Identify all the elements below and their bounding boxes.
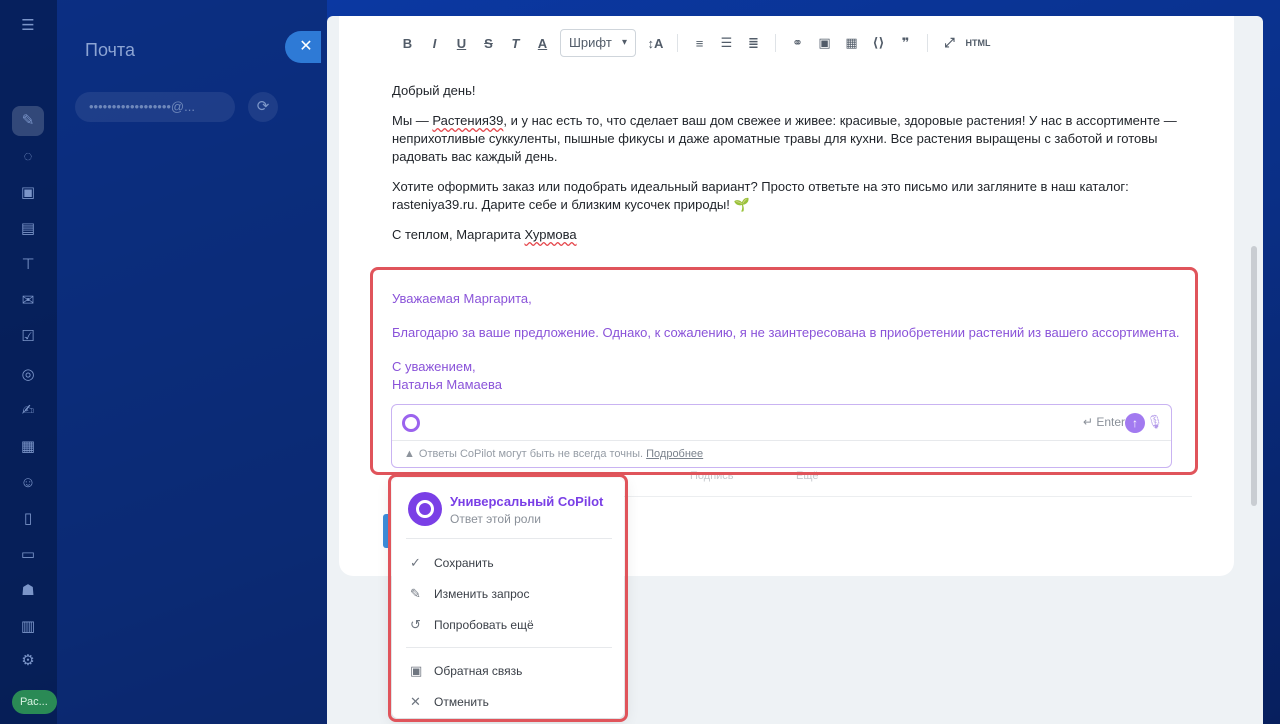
highlight-frame-menu [388, 474, 628, 722]
contact-card-icon[interactable]: ▦ [18, 437, 38, 457]
code-icon[interactable]: ⟨⟩ [865, 35, 892, 51]
signoff-prefix: С теплом, Маргарита [392, 227, 525, 242]
chat-icon[interactable]: ◌ [18, 147, 38, 167]
mail-title: Почта [85, 40, 135, 60]
left-rail: ☰ ✎ ◌ ▣ ▤ ⊤ ✉ ☑ ◎ ✍ ▦ ☺ ▯ ▭ ☗ ▥ ⚙ Рас... [0, 0, 57, 724]
bold-icon[interactable]: B [394, 36, 421, 51]
tasks-icon[interactable]: ☑ [18, 327, 38, 347]
mail-icon[interactable]: ✉ [18, 291, 38, 311]
toolbar-divider [677, 34, 678, 52]
chevron-down-icon: ▾ [621, 37, 627, 48]
account-selector[interactable]: ••••••••••••••••••@... [75, 92, 235, 122]
toolbar-divider [927, 34, 928, 52]
italic-icon[interactable]: I [421, 36, 448, 51]
link-icon[interactable]: ⚭ [784, 35, 811, 51]
para1-rest: , и у нас есть то, что сделает ваш дом с… [392, 113, 1177, 164]
table-icon[interactable]: ▦ [838, 35, 865, 51]
email-greeting: Добрый день! [392, 83, 476, 98]
card-icon[interactable]: ▭ [18, 545, 38, 565]
settings-gear-icon[interactable]: ⚙ [18, 651, 38, 671]
strikethrough-icon[interactable]: S [475, 36, 502, 51]
toolbar-divider [775, 34, 776, 52]
numbered-list-icon[interactable]: ≡ [686, 36, 713, 51]
brand-name: Растения39 [432, 113, 504, 128]
file-icon[interactable]: ▯ [18, 509, 38, 529]
filter-icon[interactable]: ⊤ [18, 255, 38, 275]
email-signoff: С теплом, Маргарита Хурмова [392, 226, 1187, 244]
rail-bottom-chip[interactable]: Рас... [12, 690, 57, 714]
para1-prefix: Мы — [392, 113, 433, 128]
email-paragraph-1: Мы — Растения39, и у нас есть то, что сд… [392, 112, 1187, 166]
menu-icon[interactable]: ☰ [18, 16, 38, 36]
target-icon[interactable]: ◎ [18, 365, 38, 385]
documents-icon[interactable]: ▤ [18, 219, 38, 239]
highlight-frame-reply [370, 267, 1198, 475]
font-select-label: Шрифт [569, 35, 612, 50]
robot-icon[interactable]: ☗ [18, 581, 38, 601]
html-mode-button[interactable]: HTML [963, 38, 993, 48]
underline-icon[interactable]: U [448, 36, 475, 51]
calendar-icon[interactable]: ▣ [18, 183, 38, 203]
scrollbar[interactable] [1251, 246, 1257, 506]
text-color-icon[interactable]: A [529, 36, 556, 51]
align-icon[interactable]: ≣ [740, 35, 767, 51]
email-body[interactable]: Добрый день! Мы — Растения39, и у нас ес… [392, 82, 1187, 256]
font-select[interactable]: Шрифт ▾ [560, 29, 636, 57]
font-size-icon[interactable]: ↕A [642, 36, 669, 51]
compose-icon[interactable]: ✎ [18, 111, 38, 131]
image-icon[interactable]: ▣ [811, 35, 838, 51]
email-paragraph-2: Хотите оформить заказ или подобрать идеа… [392, 179, 1129, 212]
clear-format-icon[interactable]: T [502, 36, 529, 51]
refresh-icon[interactable]: ⟳ [248, 92, 278, 122]
schedule-icon[interactable]: ▥ [18, 617, 38, 637]
quote-icon[interactable]: ❞ [892, 35, 919, 51]
close-slider-button[interactable]: ✕ [285, 31, 321, 63]
fullscreen-icon[interactable]: ⤢ [936, 35, 963, 51]
bulleted-list-icon[interactable]: ☰ [713, 35, 740, 51]
team-icon[interactable]: ☺ [18, 473, 38, 493]
signoff-name: Хурмова [524, 227, 577, 242]
editor-toolbar: B I U S T A Шрифт ▾ ↕A ≡ ☰ ≣ ⚭ ▣ ▦ ⟨⟩ ❞ … [394, 28, 993, 58]
sign-icon[interactable]: ✍ [18, 401, 38, 421]
